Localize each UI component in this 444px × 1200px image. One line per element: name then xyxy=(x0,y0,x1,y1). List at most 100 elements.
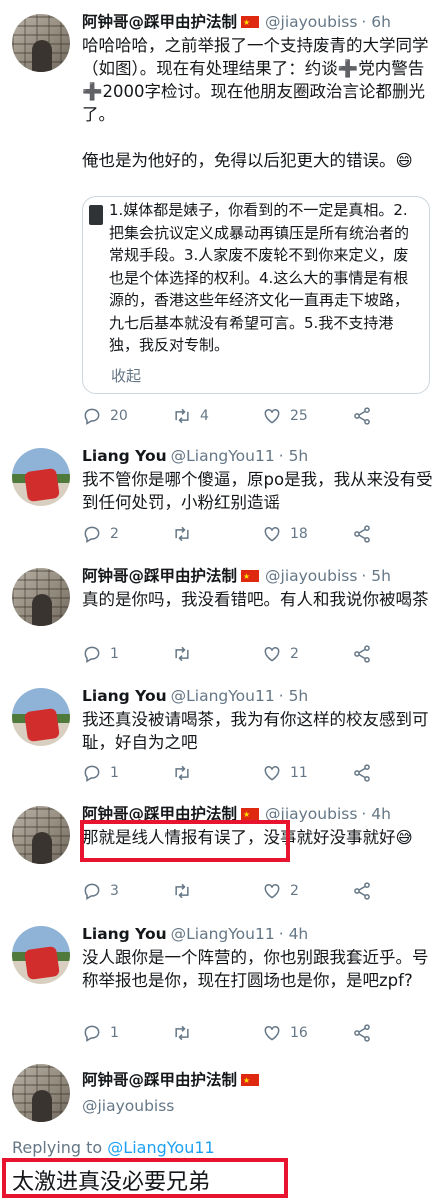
tweet-header: 阿钟哥@踩甲由护法制 @jiayoubiss · 5h xyxy=(82,566,436,587)
reply-button[interactable]: 1 xyxy=(82,644,172,664)
tweet-header: Liang You @LiangYou11 · 5h xyxy=(82,686,436,706)
tweet-header: 阿钟哥@踩甲由护法制 @jiayoubiss · 6h xyxy=(82,12,436,33)
highlight-box xyxy=(2,1158,288,1198)
reply-icon xyxy=(84,883,100,900)
author-name[interactable]: 阿钟哥@踩甲由护法制 xyxy=(82,1070,237,1090)
avatar[interactable] xyxy=(12,688,70,746)
reply-icon xyxy=(84,526,100,543)
share-button[interactable] xyxy=(352,881,392,901)
avatar[interactable] xyxy=(12,926,70,984)
tweet-time: · 5h xyxy=(361,567,391,585)
tweet-time: · 6h xyxy=(361,13,391,31)
reply-button[interactable]: 3 xyxy=(82,881,172,901)
author-handle[interactable]: @jiayoubiss xyxy=(265,566,357,586)
author-name[interactable]: Liang You xyxy=(82,924,167,944)
tweet-text: 真的是你吗，我没看错吧。有人和我说你被喝茶 xyxy=(82,590,429,609)
author-handle[interactable]: @LiangYou11 xyxy=(171,924,275,944)
tweet-text: 我还真没被请喝茶，我为有你这样的校友感到可耻，好自为之吧 xyxy=(82,710,429,752)
avatar[interactable] xyxy=(12,806,70,864)
share-button[interactable] xyxy=(352,1023,392,1043)
tweet-actions: 1 11 xyxy=(82,762,402,784)
quoted-text: 1.媒体都是婊子，你看到的不一定是真相。2.把集会抗议定义成暴动再镇压是所有统治… xyxy=(109,201,410,354)
avatar[interactable] xyxy=(12,14,70,72)
reply-button[interactable]: 2 xyxy=(82,524,172,544)
avatar[interactable] xyxy=(12,1064,70,1122)
china-flag-icon xyxy=(241,567,260,587)
like-button[interactable]: 16 xyxy=(262,1023,352,1043)
replying-label: Replying to xyxy=(12,1138,103,1157)
author-handle[interactable]: @LiangYou11 xyxy=(171,686,275,706)
tweet-actions: 3 2 xyxy=(82,880,402,902)
tweet-time: · 4h xyxy=(361,805,391,823)
author-handle[interactable]: @jiayoubiss xyxy=(265,12,357,32)
tweet-header: Liang You @LiangYou11 · 4h xyxy=(82,924,436,944)
china-flag-icon xyxy=(241,1071,260,1091)
tweet-time: · 4h xyxy=(278,925,309,943)
tweet-actions: 1 2 xyxy=(82,643,402,665)
retweet-icon xyxy=(175,1025,189,1041)
reply-icon xyxy=(84,408,100,425)
retweet-button[interactable]: 4 xyxy=(172,406,262,426)
retweet-icon xyxy=(175,646,189,662)
retweet-icon xyxy=(175,883,189,899)
reply-icon xyxy=(84,765,100,782)
tweet-header: Liang You @LiangYou11 · 5h xyxy=(82,446,436,466)
share-icon xyxy=(354,882,370,900)
china-flag-icon xyxy=(241,13,260,33)
share-icon xyxy=(354,525,370,543)
retweet-button[interactable] xyxy=(172,644,262,664)
share-icon xyxy=(354,1024,370,1042)
share-button[interactable] xyxy=(352,644,392,664)
heart-icon xyxy=(264,765,280,781)
heart-icon xyxy=(264,646,280,662)
tweet-actions: 2 18 xyxy=(82,523,402,545)
heart-icon xyxy=(264,1025,280,1041)
retweet-icon xyxy=(175,408,189,424)
heart-icon xyxy=(264,408,280,424)
retweet-button[interactable] xyxy=(172,881,262,901)
reply-button[interactable]: 1 xyxy=(82,763,172,783)
author-handle[interactable]: @jiayoubiss xyxy=(82,1096,174,1116)
share-button[interactable] xyxy=(352,763,392,783)
tweet-actions: 20 4 25 xyxy=(82,405,402,427)
author-name[interactable]: 阿钟哥@踩甲由护法制 xyxy=(82,12,237,32)
highlight-box xyxy=(80,820,290,862)
quoted-tweet[interactable]: 1.媒体都是婊子，你看到的不一定是真相。2.把集会抗议定义成暴动再镇压是所有统治… xyxy=(82,196,430,394)
share-icon xyxy=(354,407,370,425)
tweet-actions: 1 16 xyxy=(82,1022,402,1044)
author-name[interactable]: Liang You xyxy=(82,446,167,466)
retweet-button[interactable] xyxy=(172,1023,262,1043)
avatar[interactable] xyxy=(12,448,70,506)
retweet-button[interactable] xyxy=(172,763,262,783)
heart-icon xyxy=(264,526,280,542)
reply-button[interactable]: 1 xyxy=(82,1023,172,1043)
like-button[interactable]: 18 xyxy=(262,524,352,544)
like-button[interactable]: 11 xyxy=(262,763,352,783)
retweet-button[interactable] xyxy=(172,524,262,544)
heart-icon xyxy=(264,883,280,899)
author-handle[interactable]: @LiangYou11 xyxy=(171,446,275,466)
reply-button[interactable]: 20 xyxy=(82,406,172,426)
replying-to: Replying to @LiangYou11 xyxy=(12,1138,215,1157)
collapse-link[interactable]: 收起 xyxy=(111,365,141,386)
share-icon xyxy=(354,645,370,663)
replying-handle-link[interactable]: @LiangYou11 xyxy=(107,1138,214,1157)
tweet-time: · 5h xyxy=(278,447,309,465)
reply-icon xyxy=(84,1025,100,1042)
share-button[interactable] xyxy=(352,406,392,426)
reply-icon xyxy=(84,646,100,663)
tweet-text: 我不管你是哪个傻逼，原po是我，我从来没有受到任何处罚，小粉红别造谣 xyxy=(82,470,433,512)
tweet-header: 阿钟哥@踩甲由护法制 xyxy=(82,1070,436,1091)
like-button[interactable]: 25 xyxy=(262,406,352,426)
avatar[interactable] xyxy=(12,568,70,626)
author-name[interactable]: Liang You xyxy=(82,686,167,706)
like-button[interactable]: 2 xyxy=(262,644,352,664)
document-icon xyxy=(89,205,103,225)
author-name[interactable]: 阿钟哥@踩甲由护法制 xyxy=(82,566,237,586)
china-flag-icon xyxy=(241,805,260,825)
like-button[interactable]: 2 xyxy=(262,881,352,901)
tweet-text: 没人跟你是一个阵营的，你也别跟我套近乎。号称举报也是你，现在打圆场也是你，是吧z… xyxy=(82,948,429,990)
tweet-time: · 5h xyxy=(278,687,309,705)
share-button[interactable] xyxy=(352,524,392,544)
retweet-icon xyxy=(175,765,189,781)
